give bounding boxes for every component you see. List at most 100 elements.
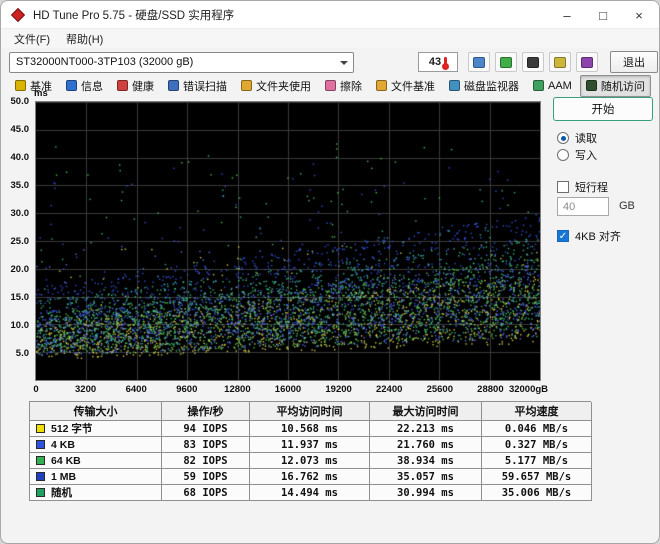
capacity-unit-label: GB xyxy=(619,200,635,212)
x-tick-label: 22400 xyxy=(375,384,403,395)
transfer-size-cell: 随机 xyxy=(30,485,162,501)
menu-file[interactable]: 文件(F) xyxy=(6,29,58,49)
exit-button[interactable]: 退出 xyxy=(610,51,658,73)
tab-4-error-scan[interactable]: 错误扫描 xyxy=(162,75,233,97)
drive-selector[interactable]: ST32000NT000-3TP103 (32000 gB) xyxy=(9,51,354,73)
hdtune-logo-icon xyxy=(10,7,26,22)
speed-cell: 0.327 MB/s xyxy=(482,437,592,453)
x-tick-label: 19200 xyxy=(325,384,352,395)
avg-time-cell: 10.568 ms xyxy=(250,421,370,437)
copy-icon-button[interactable] xyxy=(468,52,490,72)
info-icon xyxy=(66,80,77,91)
read-radio[interactable]: 读取 xyxy=(557,130,597,146)
legend-color-icon xyxy=(36,488,45,497)
y-tick-label: 50.0 xyxy=(10,96,30,108)
read-radio-label: 读取 xyxy=(575,133,597,145)
tab-label: 文件夹使用 xyxy=(256,80,311,93)
close-button[interactable]: × xyxy=(621,1,657,29)
maximize-button[interactable]: □ xyxy=(585,1,621,29)
tab-9-aam[interactable]: AAM xyxy=(527,77,578,95)
toolbar-icons xyxy=(468,52,598,72)
short-stroke-checkbox[interactable]: 短行程 xyxy=(557,179,608,195)
folder-usage-icon xyxy=(241,80,252,91)
refresh-icon xyxy=(500,56,512,68)
scatter-plot xyxy=(35,101,541,381)
tab-10-random-access[interactable]: 随机访问 xyxy=(579,74,651,97)
transfer-size-label: 随机 xyxy=(51,487,72,499)
avg-time-cell: 14.494 ms xyxy=(250,485,370,501)
menu-help[interactable]: 帮助(H) xyxy=(58,29,111,49)
y-axis-labels: 50.0 45.0 40.0 35.0 30.0 25.0 20.0 15.0 10.0 5.0 xyxy=(1,96,32,381)
tab-7-file-benchmark[interactable]: 文件基准 xyxy=(370,75,441,97)
tab-label: 磁盘监视器 xyxy=(464,80,519,93)
x-tick-label: 25600 xyxy=(426,384,454,395)
temperature-indicator: 43 xyxy=(418,52,458,72)
table-row: 4 KB 83 IOPS 11.937 ms 21.760 ms 0.327 MB/s xyxy=(30,437,592,453)
results-table: 传输大小 操作/秒 平均访问时间 最大访问时间 平均速度 512 字节 94 IOPS 10.… xyxy=(29,401,592,501)
camera-icon-button[interactable] xyxy=(522,52,544,72)
y-tick-label: 10.0 xyxy=(10,320,30,332)
tabbar: 基准信息健康错误扫描文件夹使用擦除文件基准磁盘监视器AAM随机访问额外测试 xyxy=(9,74,659,97)
x-tick-label: 12800 xyxy=(224,384,251,395)
table-header-cell: 传输大小 xyxy=(30,402,162,421)
app-window: HD Tune Pro 5.75 - 硬盘/SSD 实用程序 – □ × 文件(… xyxy=(0,0,660,544)
write-radio[interactable]: 写入 xyxy=(557,147,597,163)
x-tick-label: 16000 xyxy=(274,384,302,395)
table-header-cell: 最大访问时间 xyxy=(370,402,482,421)
speed-cell: 5.177 MB/s xyxy=(482,453,592,469)
table-row: 随机 68 IOPS 14.494 ms 30.994 ms 35.006 MB/s xyxy=(30,485,592,501)
aam-icon xyxy=(533,80,544,91)
window-controls: – □ × xyxy=(549,1,657,29)
tab-2-info[interactable]: 信息 xyxy=(60,75,109,97)
align-4kb-checkbox[interactable]: 4KB 对齐 xyxy=(557,228,621,244)
drive-selector-value: ST32000NT000-3TP103 (32000 gB) xyxy=(16,56,194,68)
table-header-cell: 操作/秒 xyxy=(162,402,250,421)
transfer-size-cell: 64 KB xyxy=(30,453,162,469)
tab-label: 擦除 xyxy=(340,80,362,93)
options-icon-button[interactable] xyxy=(576,52,598,72)
tab-label: 健康 xyxy=(132,80,154,93)
capacity-input[interactable] xyxy=(557,197,609,216)
tab-label: 文件基准 xyxy=(391,80,435,93)
refresh-icon-button[interactable] xyxy=(495,52,517,72)
y-axis-unit-label: ms xyxy=(34,88,48,99)
benchmark-icon xyxy=(15,80,26,91)
write-radio-label: 写入 xyxy=(575,150,597,162)
short-stroke-label: 短行程 xyxy=(575,182,608,194)
camera-icon xyxy=(527,56,539,68)
max-time-cell: 38.934 ms xyxy=(370,453,482,469)
tab-11-extra-tests[interactable]: 额外测试 xyxy=(653,75,659,97)
x-tick-label: 32000gB xyxy=(508,384,549,395)
toolbar: ST32000NT000-3TP103 (32000 gB) 43 退出 xyxy=(1,48,659,76)
tab-5-folder-usage[interactable]: 文件夹使用 xyxy=(235,75,317,97)
align-4kb-label: 4KB 对齐 xyxy=(575,231,621,243)
copy-icon xyxy=(473,56,485,68)
scatter-canvas xyxy=(36,102,540,380)
minimize-button[interactable]: – xyxy=(549,1,585,29)
y-tick-label: 5.0 xyxy=(15,348,29,360)
titlebar: HD Tune Pro 5.75 - 硬盘/SSD 实用程序 – □ × xyxy=(1,1,659,29)
y-tick-label: 35.0 xyxy=(10,180,30,192)
checkmark-icon xyxy=(557,230,569,242)
tab-8-disk-monitor[interactable]: 磁盘监视器 xyxy=(443,75,525,97)
legend-color-icon xyxy=(36,424,45,433)
tab-6-erase[interactable]: 擦除 xyxy=(319,75,368,97)
start-button[interactable]: 开始 xyxy=(553,97,653,121)
speed-cell: 35.006 MB/s xyxy=(482,485,592,501)
save-icon-button[interactable] xyxy=(549,52,571,72)
checkbox-icon xyxy=(557,181,569,193)
window-title: HD Tune Pro 5.75 - 硬盘/SSD 实用程序 xyxy=(33,9,235,22)
transfer-size-label: 512 字节 xyxy=(51,423,93,435)
legend-color-icon xyxy=(36,472,45,481)
health-icon xyxy=(117,80,128,91)
radio-dot-icon xyxy=(557,132,569,144)
ops-cell: 83 IOPS xyxy=(162,437,250,453)
tab-3-health[interactable]: 健康 xyxy=(111,75,160,97)
save-icon xyxy=(554,56,566,68)
tab-label: AAM xyxy=(548,79,572,92)
transfer-size-label: 64 KB xyxy=(51,454,81,467)
table-row: 1 MB 59 IOPS 16.762 ms 35.057 ms 59.657 MB/s xyxy=(30,469,592,485)
x-tick-label: 3200 xyxy=(75,384,97,395)
legend-color-icon xyxy=(36,456,45,465)
ops-cell: 94 IOPS xyxy=(162,421,250,437)
